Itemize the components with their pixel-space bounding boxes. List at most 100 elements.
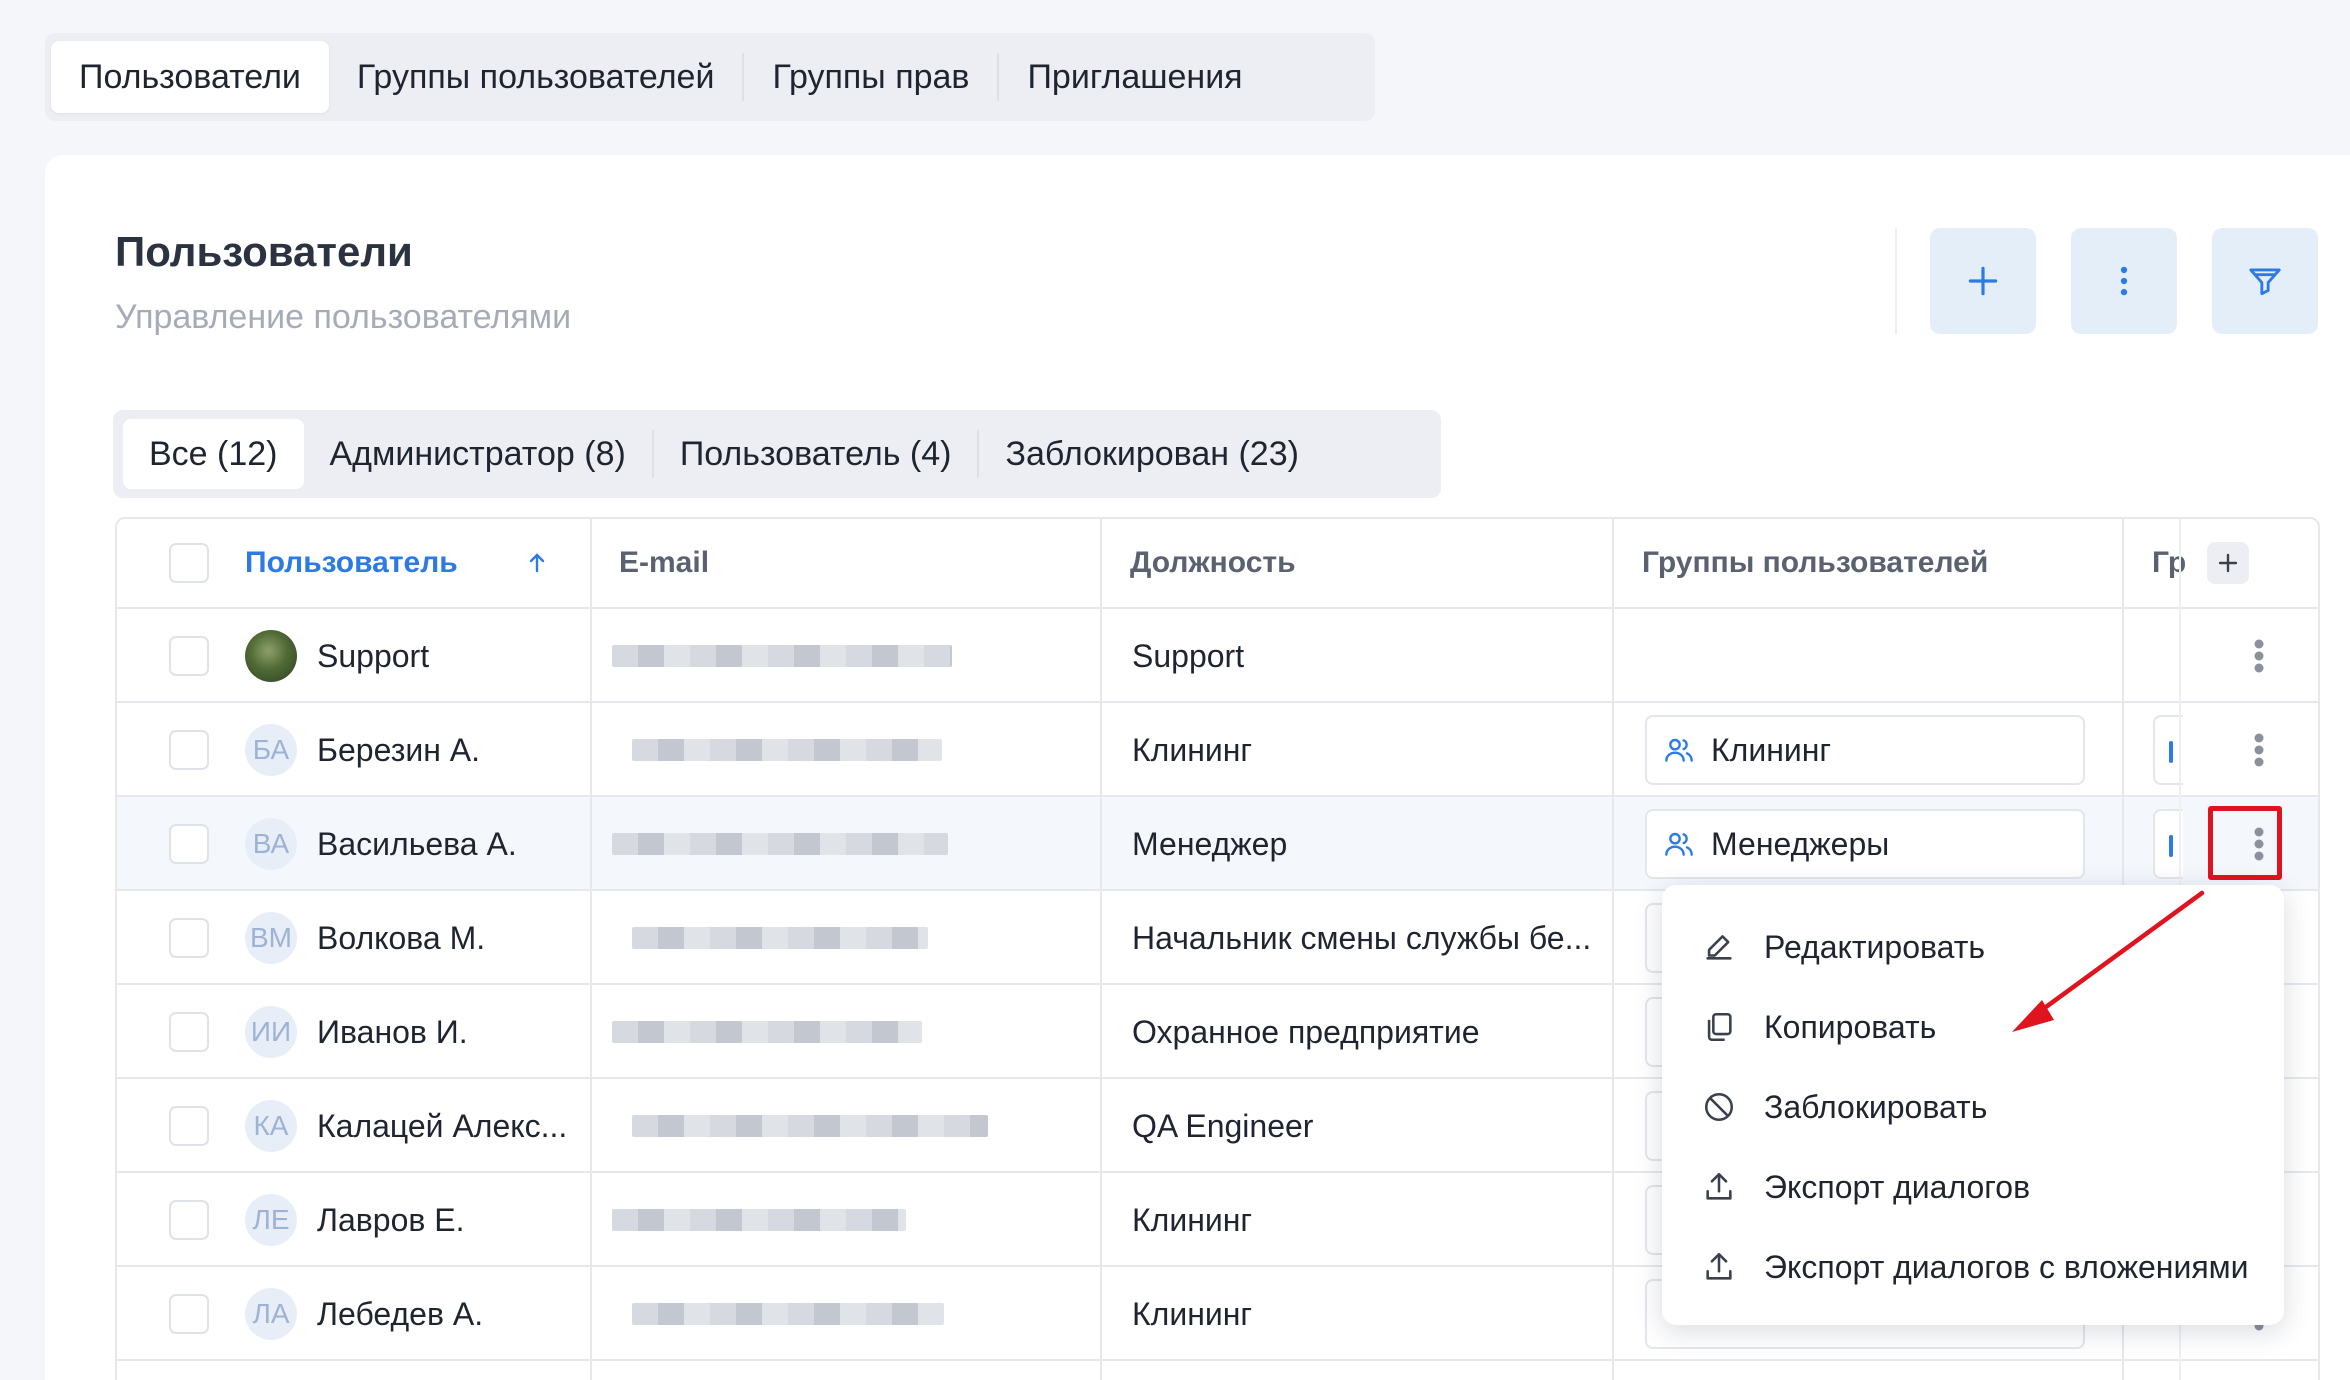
avatar: ИИ [245, 1006, 297, 1058]
more-vertical-icon [2120, 266, 2128, 296]
user-name[interactable]: Иванов И. [317, 985, 577, 1079]
menu-item-label: Экспорт диалогов [1764, 1168, 2031, 1205]
user-name[interactable]: Support [317, 609, 577, 703]
avatar: ЛА [245, 1288, 297, 1340]
user-name[interactable]: Волкова М. [317, 891, 577, 985]
avatar [245, 630, 297, 682]
user-name[interactable]: Лавров Е. [317, 1173, 577, 1267]
row-actions-button[interactable] [2239, 626, 2279, 686]
users-icon [1665, 738, 1693, 762]
user-position: Клининг [1132, 731, 1253, 768]
filter-button[interactable] [2212, 228, 2318, 334]
user-position: Менеджер [1132, 825, 1288, 862]
add-column-button[interactable] [2207, 542, 2249, 584]
page-title: Пользователи [115, 228, 413, 275]
avatar: БА [245, 724, 297, 776]
column-header-rights[interactable]: Гр [2152, 519, 2186, 607]
menu-item-label: Копировать [1764, 1008, 1937, 1045]
upload-icon [1706, 1252, 1732, 1280]
select-all-checkbox[interactable] [169, 543, 209, 583]
more-actions-button[interactable] [2071, 228, 2177, 334]
menu-item-export-dialogs[interactable]: Экспорт диалогов [1662, 1147, 2284, 1227]
filter-user[interactable]: Пользователь (4) [654, 419, 978, 489]
user-position: Клининг [1132, 1201, 1253, 1238]
menu-item-edit[interactable]: Редактировать [1662, 907, 2284, 987]
row-action-menu: Редактировать Копировать Заблокировать Э… [1662, 885, 2284, 1325]
table-header-row: Пользователь E-mail Должность Группы пол… [117, 519, 2318, 609]
page-subtitle: Управление пользователями [115, 298, 572, 336]
tab-users[interactable]: Пользователи [51, 41, 329, 113]
user-name[interactable]: Васильева А. [317, 797, 577, 891]
role-filter-tabs: Все (12) Администратор (8) Пользователь … [113, 410, 1441, 498]
email-redacted [632, 739, 942, 761]
table-row[interactable]: ВА Васильева А. Менеджер Менеджеры [117, 797, 2318, 891]
column-divider [590, 519, 592, 1380]
upload-icon [1706, 1172, 1732, 1200]
menu-item-label: Экспорт диалогов с вложениями [1764, 1248, 2249, 1285]
group-label: Клининг [1711, 731, 1832, 768]
user-position: Охранное предприятие [1132, 1013, 1480, 1050]
table-row[interactable]: Support Support [117, 609, 2318, 703]
column-header-user[interactable]: Пользователь [245, 519, 458, 607]
row-checkbox[interactable] [169, 824, 209, 864]
row-actions-button[interactable] [2239, 720, 2279, 780]
filter-admin[interactable]: Администратор (8) [304, 419, 652, 489]
add-user-button[interactable] [1930, 228, 2036, 334]
user-position: Начальник смены службы бе... [1132, 919, 1592, 956]
avatar: КА [245, 1100, 297, 1152]
menu-item-label: Заблокировать [1764, 1088, 1988, 1125]
plus-icon [2218, 553, 2238, 573]
menu-item-label: Редактировать [1764, 928, 1986, 965]
user-position: Клининг [1132, 1295, 1253, 1332]
tab-user-groups[interactable]: Группы пользователей [329, 41, 743, 113]
row-checkbox[interactable] [169, 636, 209, 676]
row-checkbox[interactable] [169, 1294, 209, 1334]
email-redacted [632, 927, 928, 949]
row-checkbox[interactable] [169, 1200, 209, 1240]
column-divider [1100, 519, 1102, 1380]
column-header-position[interactable]: Должность [1130, 519, 1296, 607]
email-redacted [612, 1021, 922, 1043]
tab-rights-groups[interactable]: Группы прав [744, 41, 997, 113]
copy-icon [1707, 1012, 1732, 1042]
email-redacted [632, 1303, 944, 1325]
row-checkbox[interactable] [169, 918, 209, 958]
table-row[interactable]: БА Березин А. Клининг Клининг [117, 703, 2318, 797]
row-checkbox[interactable] [169, 730, 209, 770]
filter-icon [2249, 268, 2281, 296]
header-divider [1895, 228, 1897, 334]
tab-invitations[interactable]: Приглашения [999, 41, 1270, 113]
user-name[interactable]: Березин А. [317, 703, 577, 797]
menu-item-block[interactable]: Заблокировать [1662, 1067, 2284, 1147]
menu-item-copy[interactable]: Копировать [1662, 987, 2284, 1067]
email-redacted [612, 833, 948, 855]
user-position: QA Engineer [1132, 1107, 1314, 1144]
email-redacted [612, 1209, 906, 1231]
filter-blocked[interactable]: Заблокирован (23) [979, 419, 1324, 489]
row-checkbox[interactable] [169, 1106, 209, 1146]
column-header-groups[interactable]: Группы пользователей [1642, 519, 1988, 607]
avatar: ВА [245, 818, 297, 870]
column-divider [1612, 519, 1614, 1380]
email-redacted [612, 645, 952, 667]
plus-icon [1968, 266, 1998, 296]
user-name[interactable]: Калацей Алекс... [317, 1079, 577, 1173]
email-redacted [632, 1115, 988, 1137]
top-tabs: Пользователи Группы пользователей Группы… [45, 33, 1375, 121]
user-group-chip[interactable]: Менеджеры [1645, 809, 2085, 879]
annotation-highlight-box [2208, 806, 2282, 880]
user-group-chip[interactable]: Клининг [1645, 715, 2085, 785]
avatar: ВМ [245, 912, 297, 964]
block-icon [1704, 1092, 1734, 1122]
group-label: Менеджеры [1711, 825, 1890, 862]
menu-item-export-dialogs-attachments[interactable]: Экспорт диалогов с вложениями [1662, 1227, 2284, 1307]
more-vertical-icon [2254, 639, 2264, 673]
user-position: Support [1132, 637, 1245, 674]
row-checkbox[interactable] [169, 1012, 209, 1052]
edit-icon [1706, 935, 1732, 960]
user-name[interactable]: Лебедев А. [317, 1267, 577, 1361]
filter-all[interactable]: Все (12) [123, 419, 304, 489]
avatar: ЛЕ [245, 1194, 297, 1246]
column-header-email[interactable]: E-mail [619, 519, 709, 607]
sort-asc-icon[interactable] [527, 519, 547, 607]
